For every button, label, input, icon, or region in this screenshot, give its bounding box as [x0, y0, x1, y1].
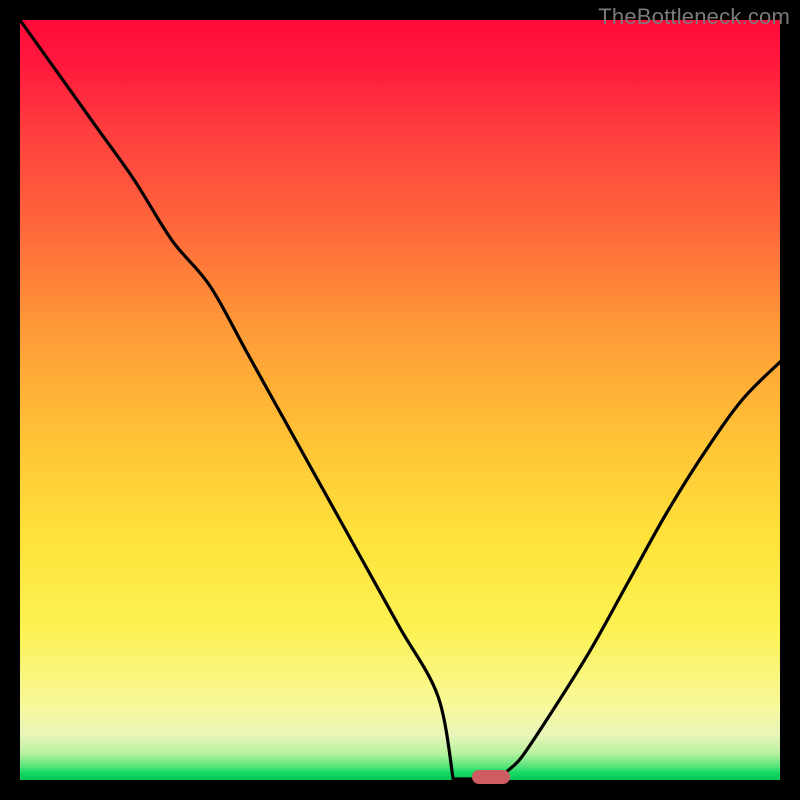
chart-frame: TheBottleneck.com: [0, 0, 800, 800]
optimal-marker: [472, 770, 510, 784]
watermark-text: TheBottleneck.com: [598, 4, 790, 30]
curve-path: [20, 20, 780, 779]
bottleneck-curve: [20, 20, 780, 780]
